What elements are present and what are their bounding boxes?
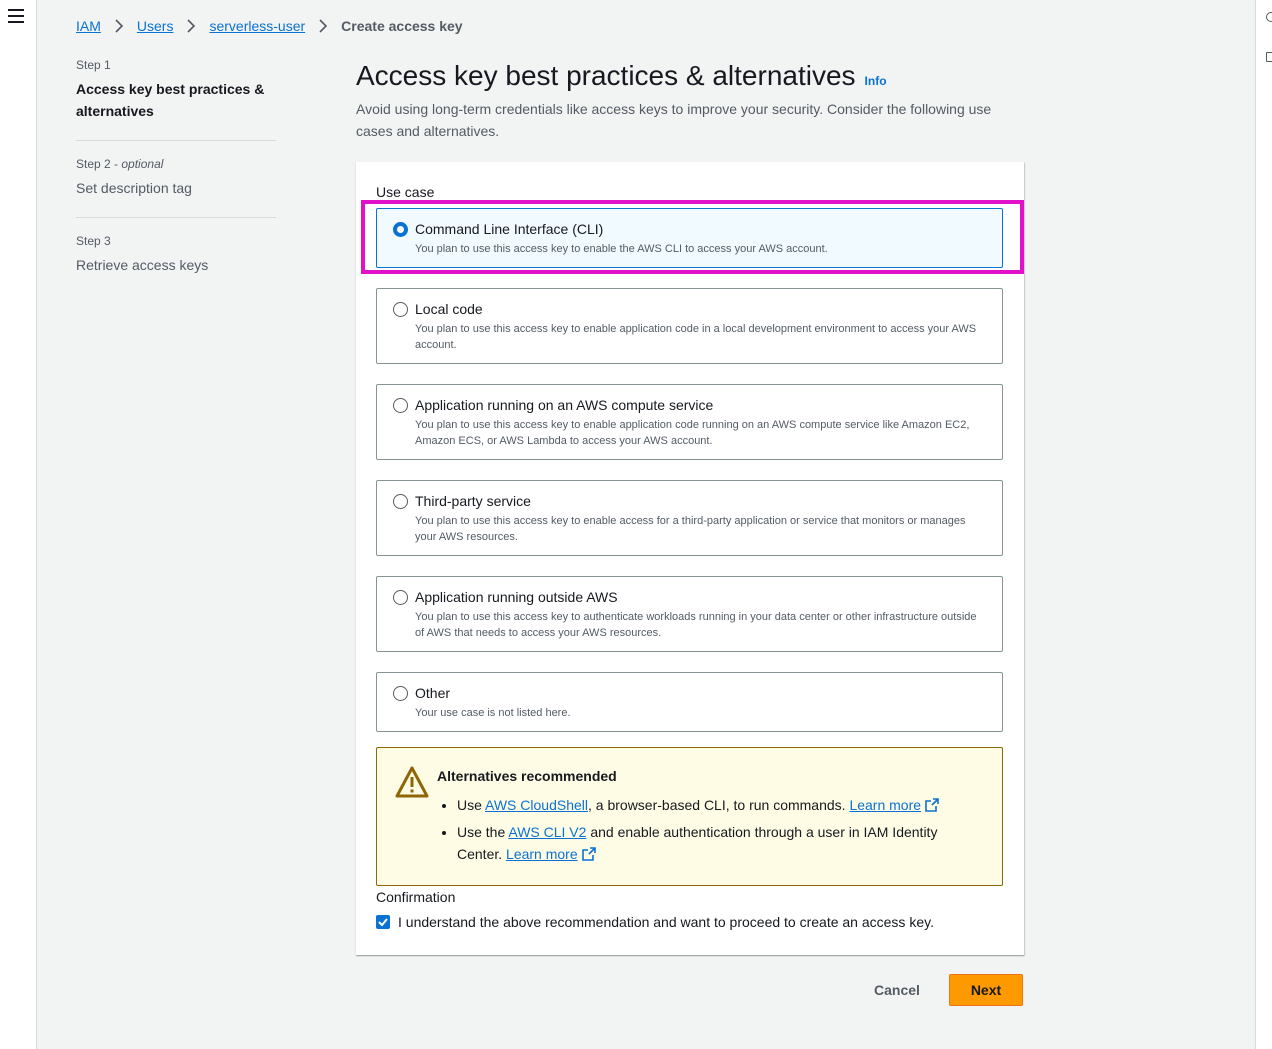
option-description: You plan to use this access key to enabl… [415, 515, 966, 543]
confirmation-row: I understand the above recommendation an… [376, 914, 934, 930]
page-description: Avoid using long-term credentials like a… [356, 101, 992, 139]
use-case-label: Use case [376, 184, 435, 200]
radio-selected-icon[interactable] [393, 222, 408, 237]
aws-cli-v2-link[interactable]: AWS CLI V2 [508, 824, 586, 840]
option-title: Other [415, 685, 451, 701]
info-link[interactable]: Info [865, 74, 887, 88]
radio-icon[interactable] [393, 494, 408, 509]
breadcrumb: IAM Users serverless-user Create access … [76, 18, 463, 34]
use-case-option-outside-aws[interactable]: Application running outside AWS You plan… [376, 576, 1003, 652]
list-item: Use the AWS CLI V2 and enable authentica… [457, 821, 977, 865]
step-3: Step 3 Retrieve access keys [76, 234, 276, 294]
chevron-right-icon [186, 19, 196, 33]
option-description: Your use case is not listed here. [415, 707, 571, 719]
use-case-option-other[interactable]: Other Your use case is not listed here. [376, 672, 1003, 732]
list-item: Use AWS CloudShell, a browser-based CLI,… [457, 794, 977, 816]
confirmation-label: Confirmation [376, 889, 456, 905]
breadcrumb-link-user[interactable]: serverless-user [209, 18, 305, 34]
external-link-icon [581, 847, 596, 861]
alert-title: Alternatives recommended [437, 768, 617, 784]
alternatives-list: Use AWS CloudShell, a browser-based CLI,… [457, 794, 977, 870]
left-navigation-rail [0, 0, 37, 1049]
confirmation-text[interactable]: I understand the above recommendation an… [398, 914, 934, 930]
help-icon[interactable] [1266, 12, 1272, 22]
learn-more-link[interactable]: Learn more [849, 797, 939, 813]
step-title-active: Access key best practices & alternatives [76, 81, 265, 119]
breadcrumb-link-iam[interactable]: IAM [76, 18, 101, 34]
breadcrumb-link-users[interactable]: Users [137, 18, 174, 34]
wizard-steps: Step 1 Access key best practices & alter… [76, 58, 276, 310]
chevron-right-icon [114, 19, 124, 33]
option-title: Third-party service [415, 493, 531, 509]
external-link-icon [925, 798, 939, 812]
use-case-option-aws-compute[interactable]: Application running on an AWS compute se… [376, 384, 1003, 460]
use-case-option-local-code[interactable]: Local code You plan to use this access k… [376, 288, 1003, 364]
alternatives-alert: Alternatives recommended Use AWS CloudSh… [376, 747, 1003, 886]
step-title[interactable]: Set description tag [76, 177, 276, 199]
option-title: Application running on an AWS compute se… [415, 397, 714, 413]
radio-icon[interactable] [393, 686, 408, 701]
option-description: You plan to use this access key to authe… [415, 611, 977, 639]
confirmation-checkbox[interactable] [376, 915, 390, 929]
option-title: Local code [415, 301, 483, 317]
cancel-button[interactable]: Cancel [859, 974, 935, 1006]
step-1: Step 1 Access key best practices & alter… [76, 58, 276, 141]
radio-icon[interactable] [393, 398, 408, 413]
next-button[interactable]: Next [949, 974, 1023, 1006]
panel-icon[interactable] [1266, 52, 1272, 62]
step-label: Step 2 - optional [76, 157, 164, 171]
step-label: Step 3 [76, 234, 111, 248]
use-case-option-cli[interactable]: Command Line Interface (CLI) You plan to… [376, 208, 1003, 268]
step-label: Step 1 [76, 58, 111, 72]
option-description: You plan to use this access key to enabl… [415, 323, 977, 351]
option-title: Application running outside AWS [415, 589, 618, 605]
warning-icon [395, 766, 429, 803]
learn-more-link[interactable]: Learn more [506, 846, 596, 862]
step-title[interactable]: Retrieve access keys [76, 254, 276, 276]
option-description: You plan to use this access key to enabl… [415, 419, 970, 447]
use-case-option-third-party[interactable]: Third-party service You plan to use this… [376, 480, 1003, 556]
option-title: Command Line Interface (CLI) [415, 221, 604, 237]
option-description: You plan to use this access key to enabl… [415, 243, 828, 255]
breadcrumb-current: Create access key [341, 18, 463, 34]
aws-cloudshell-link[interactable]: AWS CloudShell [485, 797, 588, 813]
page-title: Access key best practices & alternatives… [356, 60, 887, 91]
checkmark-icon [378, 918, 388, 927]
radio-icon[interactable] [393, 302, 408, 317]
step-2: Step 2 - optional Set description tag [76, 157, 276, 218]
radio-icon[interactable] [393, 590, 408, 605]
hamburger-menu-icon[interactable] [8, 9, 24, 23]
chevron-right-icon [318, 19, 328, 33]
right-tools-rail [1255, 0, 1272, 1049]
use-case-panel: Use case Command Line Interface (CLI) Yo… [356, 162, 1024, 955]
